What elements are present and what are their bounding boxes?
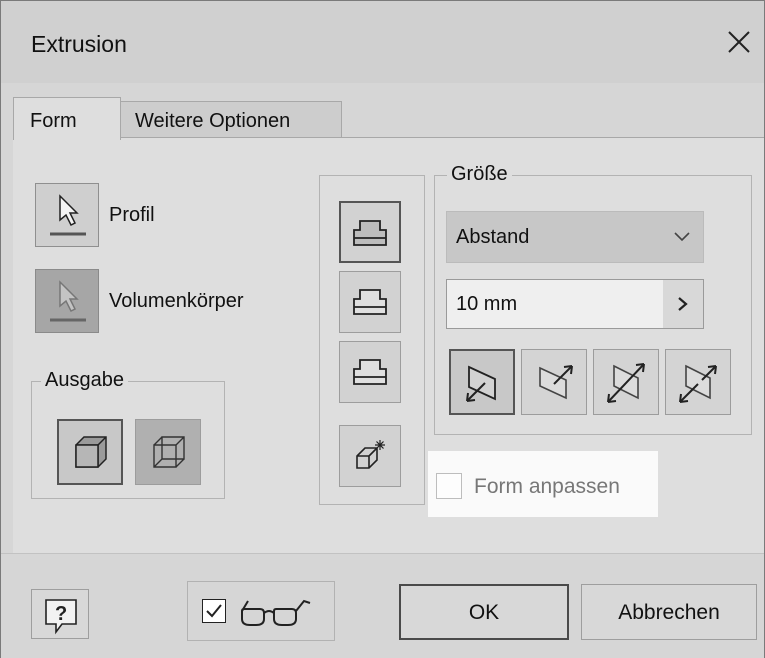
cancel-label: Abbrechen <box>618 601 720 624</box>
surface-cube-icon <box>153 436 185 468</box>
output-solid-button[interactable] <box>57 419 123 485</box>
direction-symmetric-button[interactable] <box>593 349 659 415</box>
fit-form-highlight: Form anpassen <box>428 451 658 517</box>
extrusion-dialog: Extrusion Form Weitere Optionen Profil V… <box>0 0 765 658</box>
ok-label: OK <box>468 601 500 624</box>
fit-form-checkbox[interactable] <box>436 473 462 499</box>
direction-symmetric-icon <box>607 363 645 403</box>
distance-field[interactable]: 10 mm <box>446 279 704 329</box>
glasses-icon[interactable] <box>238 595 314 629</box>
output-surface-button[interactable] <box>135 419 201 485</box>
cut-icon <box>353 359 387 385</box>
ok-button[interactable]: OK <box>399 584 569 640</box>
help-icon: ? <box>45 599 77 635</box>
new-solid-icon <box>353 220 387 246</box>
solid-select-button[interactable] <box>35 269 99 333</box>
tab-more-options[interactable]: Weitere Optionen <box>120 101 342 137</box>
check-icon <box>206 604 222 618</box>
tab-form[interactable]: Form <box>13 97 121 140</box>
tab-strip: Form Weitere Optionen <box>1 83 764 140</box>
direction-asymmetric-icon <box>679 364 717 403</box>
fit-form-label: Form anpassen <box>474 475 620 498</box>
chevron-down-icon <box>674 232 690 242</box>
profile-label: Profil <box>109 204 155 226</box>
join-icon <box>353 289 387 315</box>
output-legend: Ausgabe <box>41 369 128 392</box>
direction-flipped-button[interactable] <box>521 349 587 415</box>
profile-select-button[interactable] <box>35 183 99 247</box>
dialog-title: Extrusion <box>31 31 127 57</box>
help-button[interactable]: ? <box>31 589 89 639</box>
solid-label: Volumenkörper <box>109 290 244 312</box>
cursor-arrow-icon <box>50 280 86 322</box>
distance-value: 10 mm <box>456 293 518 315</box>
cancel-button[interactable]: Abbrechen <box>581 584 757 640</box>
size-type-dropdown[interactable]: Abstand <box>446 211 704 263</box>
title-bar: Extrusion <box>1 1 764 83</box>
tab-form-label: Form <box>30 110 77 132</box>
preview-toggle-group <box>187 581 335 641</box>
size-legend: Größe <box>447 163 512 186</box>
preview-checkbox[interactable] <box>202 599 226 623</box>
direction-default-icon <box>466 365 496 402</box>
distance-menu-button[interactable] <box>663 280 703 328</box>
direction-flipped-icon <box>539 365 573 400</box>
close-icon[interactable] <box>726 29 752 55</box>
operation-new-solid-button[interactable] <box>339 201 401 263</box>
tab-more-options-label: Weitere Optionen <box>135 110 291 132</box>
operation-cut-button[interactable] <box>339 341 401 403</box>
operation-join-button[interactable] <box>339 271 401 333</box>
intersect-icon <box>356 440 385 469</box>
solid-cube-icon <box>75 436 107 468</box>
size-type-value: Abstand <box>456 226 530 248</box>
operation-intersect-button[interactable] <box>339 425 401 487</box>
chevron-right-icon <box>678 297 688 311</box>
cursor-arrow-icon <box>50 194 86 236</box>
svg-text:?: ? <box>55 603 67 625</box>
direction-asymmetric-button[interactable] <box>665 349 731 415</box>
direction-default-button[interactable] <box>449 349 515 415</box>
